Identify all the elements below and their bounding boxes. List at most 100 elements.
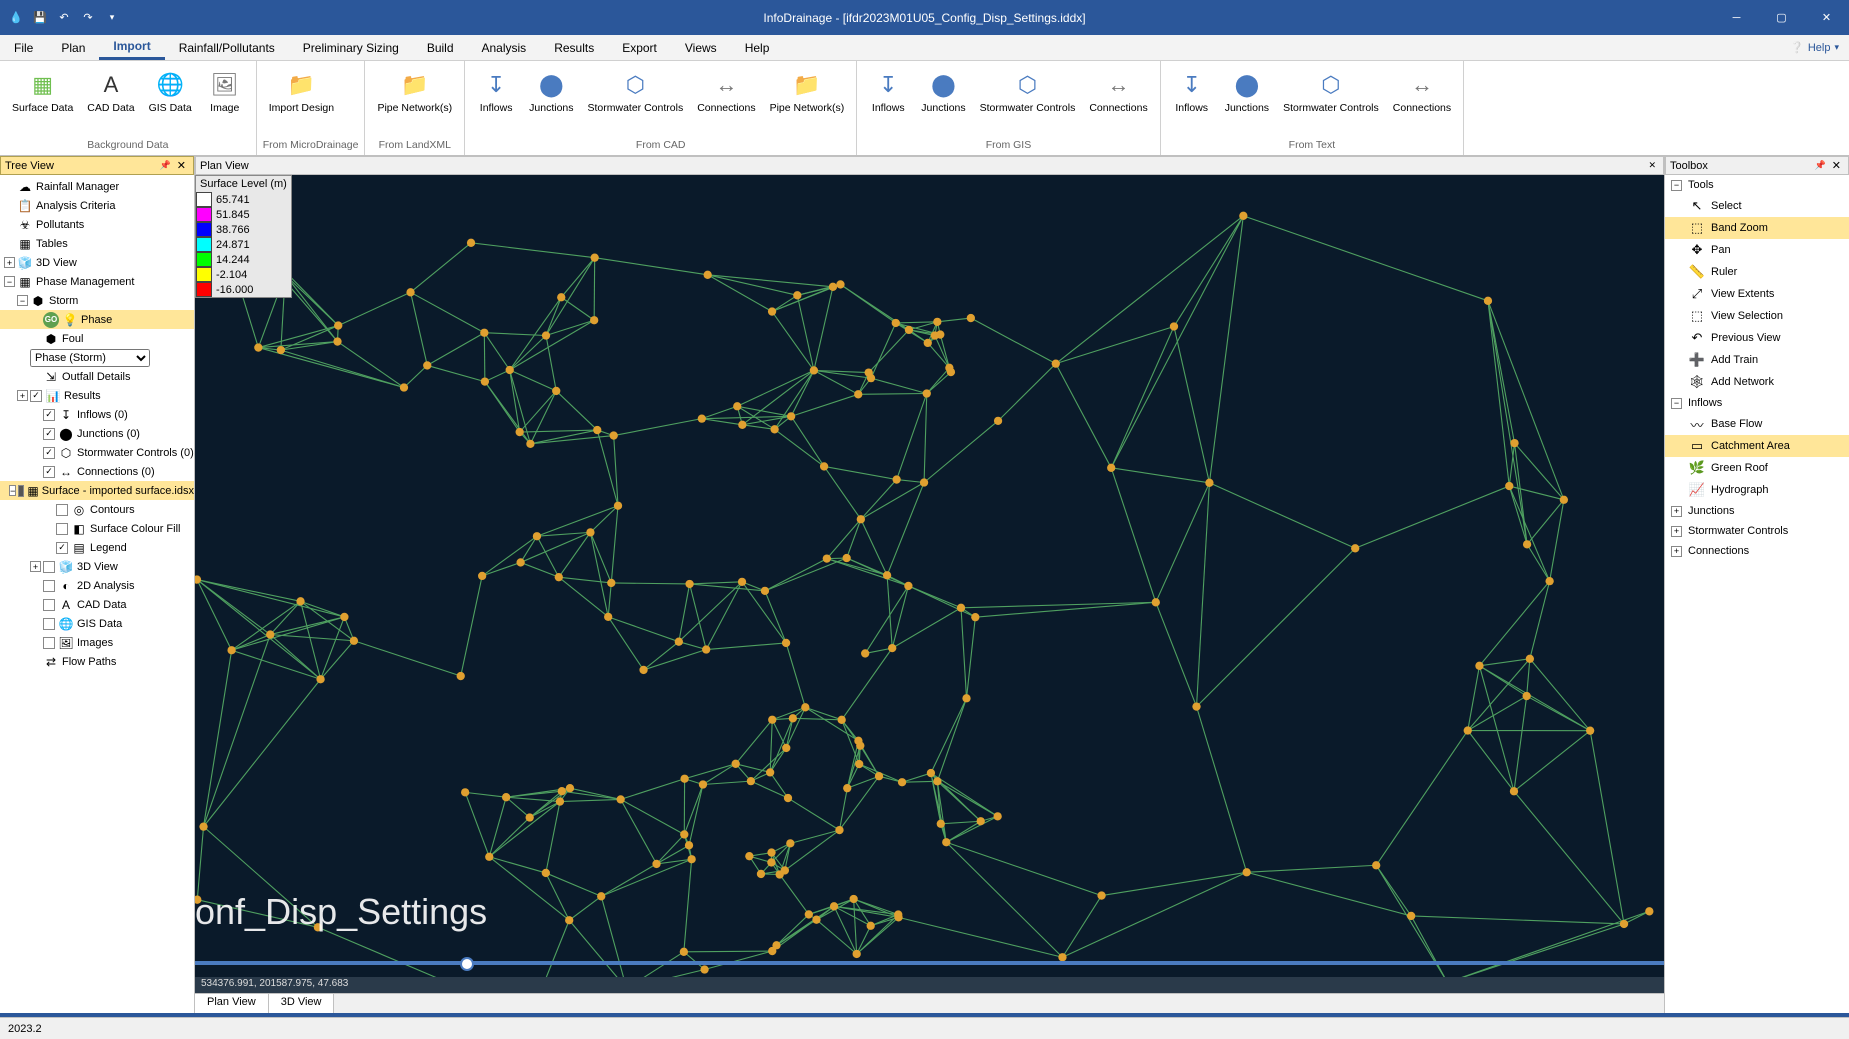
tree-item[interactable]: ⬤Junctions (0) <box>0 424 194 443</box>
ribbon-junctions[interactable]: ⬤Junctions <box>1219 65 1275 119</box>
checkbox[interactable] <box>43 599 55 611</box>
tree-item[interactable]: 🖼Images <box>0 633 194 652</box>
ribbon-cad-data[interactable]: ACAD Data <box>81 65 140 119</box>
tree-item[interactable]: Phase (Storm) <box>0 348 194 367</box>
tree-item[interactable]: −▦Phase Management <box>0 272 194 291</box>
menu-rainfallpollutants[interactable]: Rainfall/Pollutants <box>165 35 289 60</box>
menu-file[interactable]: File <box>0 35 47 60</box>
ribbon-connections[interactable]: ↔Connections <box>691 65 761 119</box>
tree-item[interactable]: ▤Legend <box>0 538 194 557</box>
tool-add-train[interactable]: ➕Add Train <box>1665 349 1849 371</box>
tree-item[interactable]: ⇄Flow Paths <box>0 652 194 671</box>
toolbox-section-junctions[interactable]: +Junctions <box>1665 501 1849 521</box>
checkbox[interactable] <box>43 580 55 592</box>
tool-base-flow[interactable]: 〰Base Flow <box>1665 413 1849 435</box>
help-link[interactable]: ❔ Help ▾ <box>1790 41 1849 54</box>
menu-export[interactable]: Export <box>608 35 671 60</box>
plan-view-canvas[interactable]: Surface Level (m) 65.74151.84538.76624.8… <box>195 175 1664 993</box>
toolbox-section-inflows[interactable]: −Inflows <box>1665 393 1849 413</box>
tool-pan[interactable]: ✥Pan <box>1665 239 1849 261</box>
expand-icon[interactable]: − <box>9 485 16 496</box>
tool-catchment-area[interactable]: ▭Catchment Area <box>1665 435 1849 457</box>
toolbox-section-connections[interactable]: +Connections <box>1665 541 1849 561</box>
checkbox[interactable] <box>43 428 55 440</box>
tree-item[interactable]: +🧊3D View <box>0 557 194 576</box>
tree-item[interactable]: ⇲Outfall Details <box>0 367 194 386</box>
toolbox-section-tools[interactable]: −Tools <box>1665 175 1849 195</box>
tree-item[interactable]: +📊Results <box>0 386 194 405</box>
tree-item[interactable]: GO💡Phase <box>0 310 194 329</box>
checkbox[interactable] <box>43 561 55 573</box>
ribbon-stormwater-controls[interactable]: ⬡Stormwater Controls <box>582 65 690 119</box>
tool-hydrograph[interactable]: 📈Hydrograph <box>1665 479 1849 501</box>
tool-previous-view[interactable]: ↶Previous View <box>1665 327 1849 349</box>
tool-add-network[interactable]: 🕸Add Network <box>1665 371 1849 393</box>
menu-preliminarysizing[interactable]: Preliminary Sizing <box>289 35 413 60</box>
expand-icon[interactable]: + <box>30 561 41 572</box>
tool-view-extents[interactable]: ⤢View Extents <box>1665 283 1849 305</box>
ribbon-pipe-network-s-[interactable]: 📁Pipe Network(s) <box>764 65 851 119</box>
ribbon-import-design[interactable]: 📁Import Design <box>263 65 340 119</box>
expand-icon[interactable]: + <box>1671 526 1682 537</box>
menu-plan[interactable]: Plan <box>47 35 99 60</box>
tree-item[interactable]: ☁Rainfall Manager <box>0 177 194 196</box>
close-icon[interactable]: ✕ <box>1829 159 1844 172</box>
tree-item[interactable]: ⬡Stormwater Controls (0) <box>0 443 194 462</box>
checkbox[interactable] <box>43 409 55 421</box>
tab-plan-view[interactable]: Plan View <box>195 994 269 1013</box>
tree-item[interactable]: ↧Inflows (0) <box>0 405 194 424</box>
timeline-slider[interactable] <box>195 961 1664 965</box>
checkbox[interactable] <box>18 485 24 497</box>
expand-icon[interactable]: − <box>1671 398 1682 409</box>
checkbox[interactable] <box>43 637 55 649</box>
pin-icon[interactable]: 📌 <box>157 160 174 171</box>
toolbox-section-stormwater-controls[interactable]: +Stormwater Controls <box>1665 521 1849 541</box>
save-icon[interactable]: 💾 <box>32 10 48 26</box>
menu-analysis[interactable]: Analysis <box>468 35 541 60</box>
menu-views[interactable]: Views <box>671 35 731 60</box>
ribbon-surface-data[interactable]: ▦Surface Data <box>6 65 79 119</box>
tree-item[interactable]: −⬢Storm <box>0 291 194 310</box>
checkbox[interactable] <box>56 523 68 535</box>
ribbon-image[interactable]: 🖼Image <box>200 65 250 119</box>
tree-item[interactable]: ▦Tables <box>0 234 194 253</box>
minimize-button[interactable]: ─ <box>1714 3 1759 33</box>
ribbon-inflows[interactable]: ↧Inflows <box>1167 65 1217 119</box>
pin-icon[interactable]: 📌 <box>1812 160 1829 171</box>
ribbon-stormwater-controls[interactable]: ⬡Stormwater Controls <box>974 65 1082 119</box>
tree-item[interactable]: ⬢Foul <box>0 329 194 348</box>
ribbon-connections[interactable]: ↔Connections <box>1083 65 1153 119</box>
phase-select[interactable]: Phase (Storm) <box>30 349 150 367</box>
tree-item[interactable]: 🌐GIS Data <box>0 614 194 633</box>
tree-item[interactable]: ◧Surface Colour Fill <box>0 519 194 538</box>
expand-icon[interactable]: + <box>1671 546 1682 557</box>
tree-item[interactable]: 📋Analysis Criteria <box>0 196 194 215</box>
checkbox[interactable] <box>56 542 68 554</box>
close-icon[interactable]: ✕ <box>1645 160 1659 171</box>
qat-dropdown-icon[interactable]: ▾ <box>104 10 120 26</box>
tool-ruler[interactable]: 📏Ruler <box>1665 261 1849 283</box>
menu-import[interactable]: Import <box>99 35 164 60</box>
checkbox[interactable] <box>30 390 42 402</box>
tool-band-zoom[interactable]: ⬚Band Zoom <box>1665 217 1849 239</box>
timeline-thumb[interactable] <box>460 957 474 971</box>
menu-build[interactable]: Build <box>413 35 468 60</box>
ribbon-inflows[interactable]: ↧Inflows <box>863 65 913 119</box>
tree-item[interactable]: −▦Surface - imported surface.idsx <box>0 481 194 500</box>
close-button[interactable]: ✕ <box>1804 3 1849 33</box>
tree-item[interactable]: ◐2D Analysis <box>0 576 194 595</box>
checkbox[interactable] <box>43 447 55 459</box>
ribbon-stormwater-controls[interactable]: ⬡Stormwater Controls <box>1277 65 1385 119</box>
checkbox[interactable] <box>43 466 55 478</box>
close-icon[interactable]: ✕ <box>174 159 189 172</box>
ribbon-pipe-network-s-[interactable]: 📁Pipe Network(s) <box>371 65 458 119</box>
expand-icon[interactable]: + <box>17 390 28 401</box>
expand-icon[interactable]: − <box>17 295 28 306</box>
checkbox[interactable] <box>43 618 55 630</box>
tool-green-roof[interactable]: 🌿Green Roof <box>1665 457 1849 479</box>
menu-results[interactable]: Results <box>540 35 608 60</box>
tree-item[interactable]: ◎Contours <box>0 500 194 519</box>
menu-help[interactable]: Help <box>731 35 784 60</box>
redo-icon[interactable]: ↷ <box>80 10 96 26</box>
expand-icon[interactable]: + <box>4 257 15 268</box>
